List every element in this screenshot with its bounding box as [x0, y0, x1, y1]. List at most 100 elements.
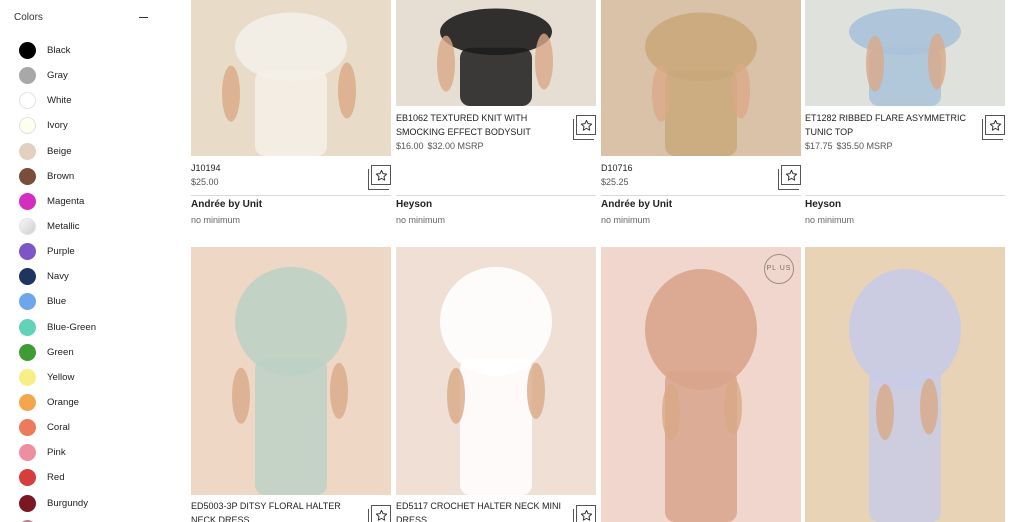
color-option-label: Burgundy [47, 497, 89, 509]
color-option-label: Red [47, 472, 65, 484]
product-sku-title[interactable]: ET1282 RIBBED FLARE ASYMMETRIC TUNIC TOP [805, 111, 975, 139]
product-sku-title[interactable]: EB1062 TEXTURED KNIT WITH SMOCKING EFFEC… [396, 111, 566, 139]
color-swatch[interactable] [19, 42, 36, 60]
product-card[interactable]: PL US [601, 247, 801, 522]
star-icon [989, 119, 1001, 131]
brand-name[interactable]: Heyson [805, 199, 841, 210]
add-to-favorites-button[interactable] [573, 505, 596, 522]
product-card[interactable]: D10716 $25.25 Andrée by Unit no minimum [601, 0, 801, 235]
product-card[interactable] [805, 247, 1005, 522]
color-option-blue[interactable]: Blue [19, 289, 149, 314]
color-option-white[interactable]: White [19, 88, 149, 113]
color-option-coral[interactable]: Coral [19, 415, 149, 440]
color-swatch[interactable] [19, 142, 36, 160]
product-image[interactable] [191, 0, 391, 156]
color-option-yellow[interactable]: Yellow [19, 365, 149, 390]
color-swatch[interactable] [19, 268, 36, 286]
price-row: $25.00 [191, 177, 223, 187]
color-swatch[interactable] [19, 117, 36, 135]
product-card[interactable]: ED5003-3P DITSY FLORAL HALTER NECK DRESS [191, 247, 391, 522]
price-row: $16.00 $32.00 MSRP [396, 141, 484, 151]
color-option-black[interactable]: Black [19, 38, 149, 63]
star-icon [375, 169, 387, 181]
brand-name[interactable]: Heyson [396, 199, 432, 210]
order-minimum: no minimum [396, 215, 446, 225]
color-swatch[interactable] [19, 167, 36, 185]
order-minimum: no minimum [805, 215, 855, 225]
color-option-burgundy[interactable]: Burgundy [19, 491, 149, 516]
brand-name[interactable]: Andrée by Unit [191, 199, 262, 210]
add-to-favorites-button[interactable] [778, 165, 801, 190]
color-swatch[interactable] [19, 419, 36, 437]
add-to-favorites-button[interactable] [573, 115, 596, 140]
color-option-ivory[interactable]: Ivory [19, 113, 149, 138]
color-option-label: Blue-Green [47, 321, 97, 333]
color-swatch[interactable] [19, 343, 36, 361]
color-option-label: Black [47, 45, 71, 57]
product-image[interactable] [396, 0, 596, 106]
color-swatch[interactable] [19, 218, 36, 236]
color-option-label: Coral [47, 422, 70, 434]
brand-name[interactable]: Andrée by Unit [601, 199, 672, 210]
color-swatch[interactable] [19, 494, 36, 512]
color-option-beige[interactable]: Beige [19, 139, 149, 164]
color-option-metallic[interactable]: Metallic [19, 214, 149, 239]
color-option-green[interactable]: Green [19, 340, 149, 365]
divider [191, 195, 391, 196]
filter-sidebar: Colors Black Gray White Ivory Beige Brown Mage… [0, 0, 160, 522]
color-option-multi[interactable]: Multi [19, 516, 149, 522]
add-to-favorites-button[interactable] [982, 115, 1005, 140]
color-swatch[interactable] [19, 243, 36, 261]
product-image[interactable] [601, 0, 801, 156]
product-image[interactable] [805, 0, 1005, 106]
color-option-red[interactable]: Red [19, 465, 149, 490]
color-option-label: Orange [47, 397, 79, 409]
divider [601, 195, 801, 196]
add-to-favorites-button[interactable] [368, 165, 391, 190]
minus-icon[interactable] [139, 13, 148, 22]
color-option-blue-green[interactable]: Blue-Green [19, 315, 149, 340]
product-image[interactable] [601, 247, 801, 522]
color-option-gray[interactable]: Gray [19, 63, 149, 88]
product-card[interactable]: J10194 $25.00 Andrée by Unit no minimum [191, 0, 391, 235]
color-option-magenta[interactable]: Magenta [19, 189, 149, 214]
color-option-label: Blue [47, 296, 67, 308]
product-image[interactable] [191, 247, 391, 495]
color-option-orange[interactable]: Orange [19, 390, 149, 415]
add-to-favorites-button[interactable] [368, 505, 391, 522]
color-option-label: Gray [47, 70, 68, 82]
product-sku-title[interactable]: ED5003-3P DITSY FLORAL HALTER NECK DRESS [191, 499, 361, 522]
color-option-brown[interactable]: Brown [19, 164, 149, 189]
color-swatch[interactable] [19, 469, 36, 487]
price-row: $17.75 $35.50 MSRP [805, 141, 893, 151]
product-card[interactable]: EB1062 TEXTURED KNIT WITH SMOCKING EFFEC… [396, 0, 596, 235]
color-option-navy[interactable]: Navy [19, 264, 149, 289]
product-image[interactable] [805, 247, 1005, 522]
color-option-label: Beige [47, 145, 72, 157]
color-option-label: Pink [47, 447, 66, 459]
colors-filter-header[interactable]: Colors [14, 10, 148, 24]
product-sku-title[interactable]: J10194 [191, 161, 361, 175]
color-swatch[interactable] [19, 444, 36, 462]
color-option-label: Green [47, 346, 74, 358]
color-option-label: Navy [47, 271, 69, 283]
color-swatch[interactable] [19, 192, 36, 210]
product-card[interactable]: ET1282 RIBBED FLARE ASYMMETRIC TUNIC TOP… [805, 0, 1005, 235]
color-swatch[interactable] [19, 394, 36, 412]
color-option-purple[interactable]: Purple [19, 239, 149, 264]
divider [805, 195, 1005, 196]
color-option-label: White [47, 95, 72, 107]
order-minimum: no minimum [191, 215, 241, 225]
product-card[interactable]: ED5117 CROCHET HALTER NECK MINI DRESS [396, 247, 596, 522]
color-swatch[interactable] [19, 92, 36, 110]
color-swatch[interactable] [19, 318, 36, 336]
wholesale-price: $25.25 [601, 177, 629, 187]
color-swatch[interactable] [19, 293, 36, 311]
product-image[interactable] [396, 247, 596, 495]
wholesale-price: $25.00 [191, 177, 219, 187]
product-sku-title[interactable]: D10716 [601, 161, 771, 175]
product-sku-title[interactable]: ED5117 CROCHET HALTER NECK MINI DRESS [396, 499, 566, 522]
color-swatch[interactable] [19, 67, 36, 85]
color-swatch[interactable] [19, 368, 36, 386]
color-option-pink[interactable]: Pink [19, 440, 149, 465]
